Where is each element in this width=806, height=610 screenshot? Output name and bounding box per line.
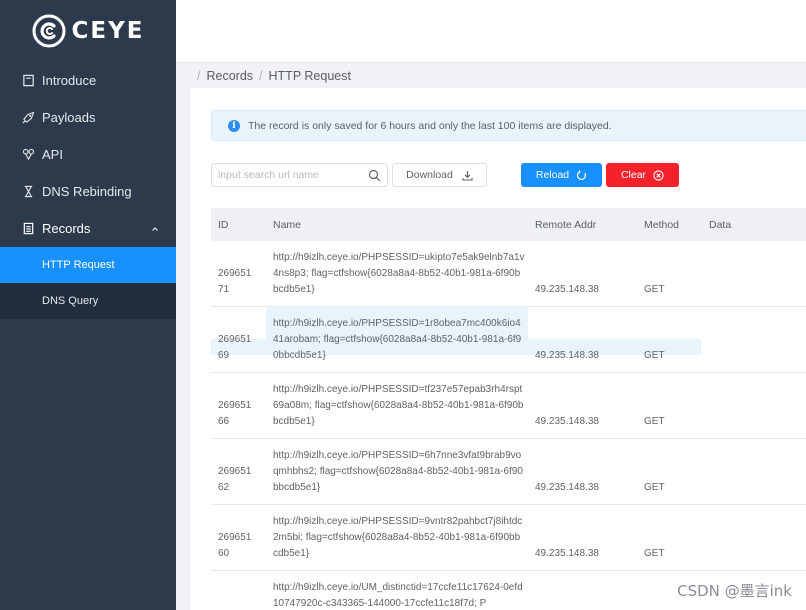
sidebar-item-label: Introduce — [42, 73, 97, 88]
reload-button[interactable]: Reload — [521, 163, 602, 187]
close-circle-icon — [653, 169, 664, 181]
row-method: GET — [644, 482, 665, 493]
sidebar-item-api[interactable]: API — [0, 136, 176, 173]
main-panel: i The record is only saved for 6 hours a… — [190, 88, 806, 610]
clear-button[interactable]: Clear — [606, 163, 679, 187]
row-remote-addr: 49.235.148.38 — [535, 548, 599, 559]
reload-label: Reload — [535, 169, 570, 181]
sidebar-item-label: Records — [42, 221, 91, 236]
brand-name: CEYE — [71, 18, 145, 44]
row-id: 269651 71 — [218, 268, 252, 295]
info-alert: i The record is only saved for 6 hours a… — [211, 110, 806, 141]
table-header: ID Name Remote Addr Method Data — [211, 208, 806, 241]
sidebar-item-introduce[interactable]: Introduce — [0, 62, 176, 99]
row-method: GET — [644, 548, 665, 559]
sidebar-item-dns-rebinding[interactable]: DNS Rebinding — [0, 173, 176, 210]
download-icon — [462, 170, 473, 181]
column-header-method: Method — [644, 218, 680, 231]
row-name: http://h9izlh.ceye.io/UM_distinctid=17cc… — [273, 582, 523, 609]
api-icon — [21, 148, 35, 162]
search-icon[interactable] — [368, 169, 381, 182]
hourglass-icon — [21, 185, 35, 199]
toolbar: Download Reload Clear — [211, 163, 806, 187]
table-row[interactable]: 269651 60 http://h9izlh.ceye.io/PHPSESSID… — [211, 505, 806, 571]
download-button[interactable]: Download — [392, 163, 487, 187]
column-header-id: ID — [218, 218, 229, 231]
row-method: GET — [644, 416, 665, 427]
info-icon: i — [228, 119, 240, 132]
chevron-up-icon — [150, 222, 160, 232]
sidebar-item-label: Payloads — [42, 110, 96, 125]
table-row[interactable]: 269651 71 http://h9izlh.ceye.io/PHPSESSID… — [211, 241, 806, 307]
search-input[interactable] — [212, 164, 362, 186]
breadcrumb-root[interactable]: Records — [206, 69, 253, 83]
sidebar-item-payloads[interactable]: Payloads — [0, 99, 176, 136]
row-name: http://h9izlh.ceye.io/PHPSESSID=ukipto7e… — [273, 252, 525, 295]
column-header-remote-addr: Remote Addr — [535, 218, 597, 231]
alert-text: The record is only saved for 6 hours and… — [248, 119, 612, 132]
breadcrumb-separator: / — [197, 68, 201, 83]
row-name: http://h9izlh.ceye.io/PHPSESSID=6h7nne3v… — [273, 450, 523, 493]
top-header — [176, 0, 806, 63]
table-row[interactable]: 269651 62 http://h9izlh.ceye.io/PHPSESSID… — [211, 439, 806, 505]
row-id: 269651 69 — [218, 334, 252, 361]
sidebar-item-http-request[interactable]: HTTP Request — [0, 247, 176, 283]
download-label: Download — [406, 169, 453, 181]
document-icon — [21, 74, 35, 88]
records-icon — [21, 222, 35, 236]
reload-icon — [576, 169, 587, 181]
clear-label: Clear — [620, 169, 647, 181]
row-method: GET — [644, 284, 665, 295]
table-row[interactable]: 269651 69 http://h9izlh.ceye.io/PHPSESSID… — [211, 307, 806, 373]
table-row[interactable]: 269651 66 http://h9izlh.ceye.io/PHPSESSID… — [211, 373, 806, 439]
records-table: ID Name Remote Addr Method Data 269651 71… — [211, 208, 806, 610]
ceye-logo-icon — [32, 14, 66, 48]
row-remote-addr: 49.235.148.38 — [535, 284, 599, 295]
row-remote-addr: 49.235.148.38 — [535, 416, 599, 427]
row-remote-addr: 49.235.148.38 — [535, 482, 599, 493]
rocket-icon — [21, 111, 35, 125]
row-id — [218, 596, 258, 610]
breadcrumb: / Records / HTTP Request — [176, 63, 806, 88]
column-header-data: Data — [709, 218, 732, 231]
row-name: http://h9izlh.ceye.io/PHPSESSID=1r8obea7… — [273, 318, 522, 361]
sidebar: CEYE Introduce Payloads API DNS Rebindin… — [0, 0, 176, 610]
row-name: http://h9izlh.ceye.io/PHPSESSID=tf237e57… — [273, 384, 524, 427]
row-id: 269651 60 — [218, 532, 252, 559]
sidebar-item-records[interactable]: Records — [0, 210, 176, 247]
records-submenu: HTTP Request DNS Query — [0, 247, 176, 319]
breadcrumb-current: HTTP Request — [268, 68, 351, 83]
sidebar-item-label: DNS Rebinding — [42, 184, 132, 199]
search-box — [211, 163, 388, 187]
watermark: CSDN @墨言ink — [677, 582, 792, 600]
sidebar-item-dns-query[interactable]: DNS Query — [0, 283, 176, 319]
row-remote-addr: 49.235.148.38 — [535, 350, 599, 361]
row-id: 269651 62 — [218, 466, 252, 493]
breadcrumb-separator: / — [259, 68, 263, 83]
row-name: http://h9izlh.ceye.io/PHPSESSID=9vntr82p… — [273, 516, 523, 559]
column-header-name: Name — [273, 218, 302, 231]
logo[interactable]: CEYE — [0, 0, 176, 62]
row-id: 269651 66 — [218, 400, 252, 427]
row-method: GET — [644, 350, 665, 361]
sidebar-item-label: API — [42, 147, 63, 162]
